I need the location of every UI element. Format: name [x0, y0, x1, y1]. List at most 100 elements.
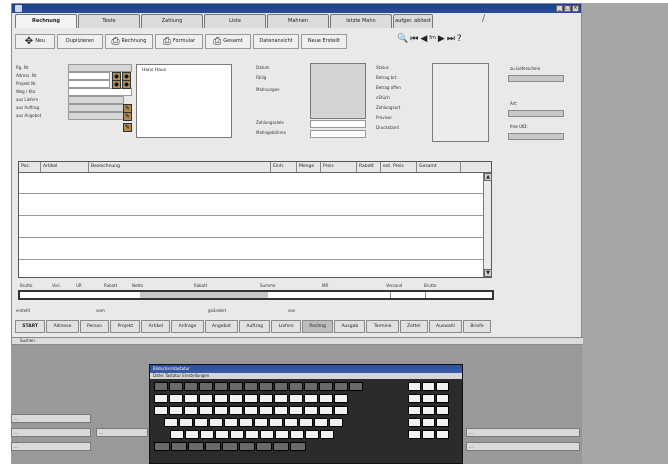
tab-aufger[interactable]: aufger. abliest: [393, 14, 433, 28]
keyboard-key[interactable]: [229, 382, 243, 391]
keyboard-key[interactable]: [320, 430, 334, 439]
keyboard-key[interactable]: [154, 394, 168, 403]
keyboard-key[interactable]: [319, 406, 333, 415]
on-screen-keyboard[interactable]: Bildschirmtastatur Datei Tastatur Einste…: [149, 364, 463, 464]
keyboard-key[interactable]: [214, 382, 228, 391]
auftrag-button[interactable]: Auftrag: [239, 320, 271, 333]
keyboard-key[interactable]: [224, 418, 238, 427]
keyboard-key[interactable]: [244, 382, 258, 391]
keyboard-key[interactable]: [244, 406, 258, 415]
auswahl-button[interactable]: Auswahl: [428, 320, 463, 333]
keyboard-key[interactable]: [289, 382, 303, 391]
mahngebuehren-field[interactable]: [310, 130, 366, 138]
search-icon[interactable]: 🔍: [397, 34, 408, 44]
keyboard-key[interactable]: [184, 394, 198, 403]
next-record-icon[interactable]: ▶: [438, 34, 445, 44]
last-record-icon[interactable]: ⏭: [447, 34, 455, 44]
edit-icon[interactable]: ✎: [123, 112, 132, 121]
create-button[interactable]: Neue Erstellt: [301, 33, 347, 49]
positions-table[interactable]: Pos. Artikel Bezeichnung Einh. Menge Pre…: [18, 161, 492, 278]
keyboard-key[interactable]: [229, 406, 243, 415]
keyboard-key[interactable]: [299, 418, 313, 427]
weg-field[interactable]: [68, 88, 132, 96]
side-field[interactable]: [508, 133, 564, 140]
keyboard-key[interactable]: [319, 394, 333, 403]
table-row[interactable]: [19, 215, 483, 216]
keyboard-key[interactable]: [230, 430, 244, 439]
numpad-key[interactable]: [422, 430, 435, 439]
keyboard-key[interactable]: [169, 382, 183, 391]
keyboard-key[interactable]: [319, 382, 333, 391]
numpad-key[interactable]: [408, 418, 421, 427]
keyboard-key[interactable]: [304, 394, 318, 403]
keyboard-key[interactable]: [171, 442, 187, 451]
keyboard-key[interactable]: [239, 442, 255, 451]
termine-button[interactable]: Termine: [366, 320, 399, 333]
edit-icon[interactable]: ✎: [123, 123, 132, 132]
keyboard-key[interactable]: [215, 430, 229, 439]
keyboard-key[interactable]: [222, 442, 238, 451]
artikel-button[interactable]: Artikel: [141, 320, 171, 333]
keyboard-key[interactable]: [304, 406, 318, 415]
taskbar-item[interactable]: ...: [466, 442, 580, 451]
keyboard-key[interactable]: [199, 406, 213, 415]
keyboard-key[interactable]: [184, 382, 198, 391]
keyboard-key[interactable]: [245, 430, 259, 439]
keyboard-key[interactable]: [184, 406, 198, 415]
start-button[interactable]: START: [15, 320, 46, 333]
taskbar-item[interactable]: ...: [96, 428, 148, 437]
tab-zahlung[interactable]: Zahlung: [141, 14, 203, 28]
keyboard-key[interactable]: [194, 418, 208, 427]
zahlungsziele-field[interactable]: [310, 120, 366, 128]
numpad-key[interactable]: [436, 418, 449, 427]
side-field[interactable]: [508, 110, 564, 117]
keyboard-key[interactable]: [275, 430, 289, 439]
adresse-field[interactable]: [68, 72, 110, 80]
briefe-button[interactable]: Briefe: [463, 320, 491, 333]
keyboard-key[interactable]: [260, 430, 274, 439]
numpad-key[interactable]: [422, 406, 435, 415]
keyboard-key[interactable]: [334, 394, 348, 403]
keyboard-key[interactable]: [256, 442, 272, 451]
tab-letzte-mahn[interactable]: letzte Mahn: [330, 14, 392, 28]
first-record-icon[interactable]: ⏮: [410, 34, 418, 44]
keyboard-key[interactable]: [284, 418, 298, 427]
keyboard-key[interactable]: [199, 394, 213, 403]
keyboard-key[interactable]: [154, 442, 170, 451]
date-fields-block[interactable]: [310, 63, 366, 119]
new-button[interactable]: ✥ Neu: [15, 33, 55, 49]
anfrage-button[interactable]: Anfrage: [171, 320, 204, 333]
taskbar-item[interactable]: ...: [11, 428, 91, 437]
lookup-icon[interactable]: ◆: [112, 80, 121, 89]
table-row[interactable]: [19, 237, 483, 238]
numpad-key[interactable]: [408, 430, 421, 439]
keyboard-key[interactable]: [289, 394, 303, 403]
taskbar-item[interactable]: ...: [11, 442, 91, 451]
table-row[interactable]: [19, 259, 483, 260]
numpad-key[interactable]: [408, 382, 421, 391]
keyboard-key[interactable]: [164, 418, 178, 427]
keyboard-key[interactable]: [334, 406, 348, 415]
tab-texte[interactable]: Texte: [78, 14, 140, 28]
total-button[interactable]: ⎙ Gesamt: [205, 33, 251, 49]
adresse-button[interactable]: Adresse: [46, 320, 79, 333]
keyboard-key[interactable]: [334, 382, 348, 391]
keyboard-key[interactable]: [205, 442, 221, 451]
keyboard-key[interactable]: [199, 382, 213, 391]
keyboard-key[interactable]: [274, 382, 288, 391]
keyboard-key[interactable]: [154, 382, 168, 391]
keyboard-key[interactable]: [214, 394, 228, 403]
numpad-key[interactable]: [436, 406, 449, 415]
aus-liefern-field[interactable]: [68, 96, 124, 104]
projekt-field[interactable]: [68, 80, 110, 88]
keyboard-key[interactable]: [314, 418, 328, 427]
keyboard-key[interactable]: [274, 394, 288, 403]
keyboard-key[interactable]: [188, 442, 204, 451]
keyboard-key[interactable]: [179, 418, 193, 427]
numpad-key[interactable]: [436, 382, 449, 391]
keyboard-key[interactable]: [290, 430, 304, 439]
keyboard-key[interactable]: [170, 430, 184, 439]
keyboard-key[interactable]: [304, 382, 318, 391]
keyboard-key[interactable]: [239, 418, 253, 427]
numpad-key[interactable]: [422, 382, 435, 391]
